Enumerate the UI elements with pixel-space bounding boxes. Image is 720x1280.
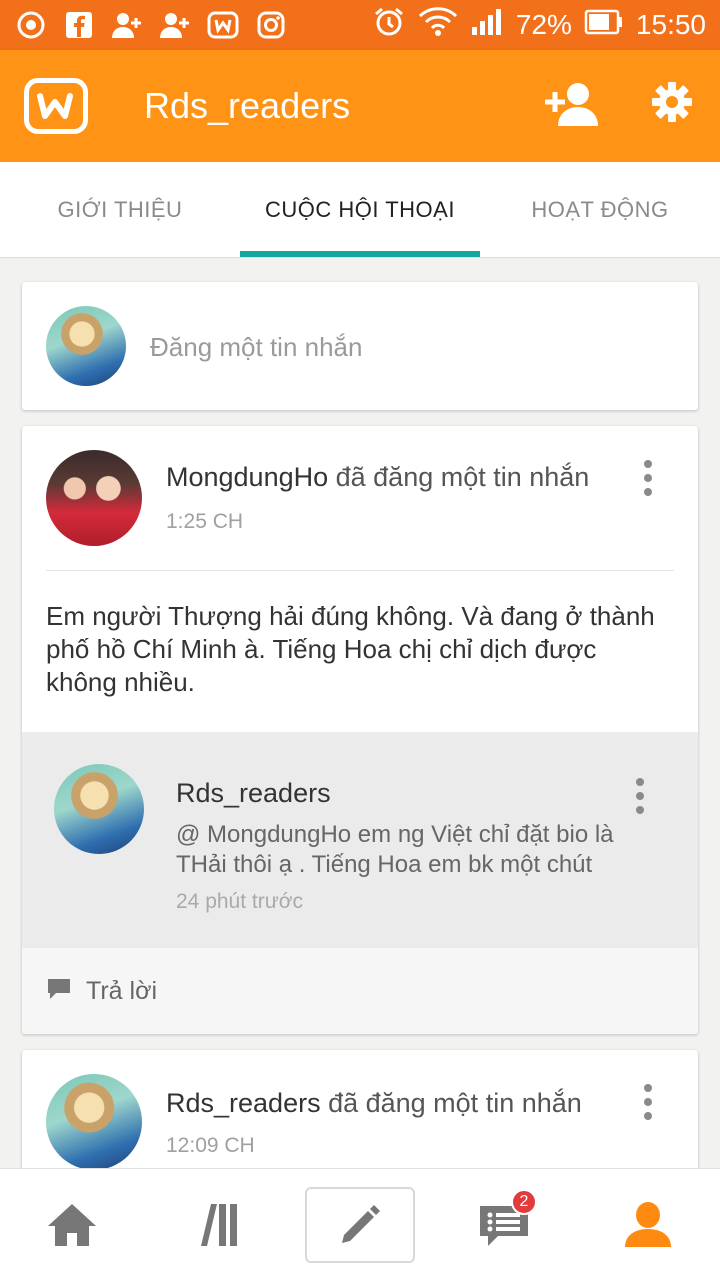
post-author[interactable]: Rds_readers — [166, 1088, 321, 1118]
divider — [46, 570, 674, 571]
avatar[interactable] — [46, 1074, 142, 1170]
avatar[interactable] — [54, 764, 144, 854]
home-icon — [48, 1203, 96, 1246]
nav-messages[interactable]: 2 — [449, 1187, 559, 1263]
post-action: đã đăng một tin nhắn — [320, 1088, 582, 1118]
follow-user-button[interactable] — [544, 80, 602, 133]
pencil-icon — [342, 1204, 380, 1243]
app-bar: Rds_readers — [0, 50, 720, 162]
status-bar: 72% 15:50 — [0, 0, 720, 50]
nav-home[interactable] — [17, 1187, 127, 1263]
add-friend-notification-icon — [110, 8, 144, 42]
page-title: Rds_readers — [144, 85, 351, 126]
wattpad-notification-icon — [206, 8, 240, 42]
post-action: đã đăng một tin nhắn — [328, 462, 590, 492]
wifi-icon — [418, 6, 458, 45]
reply-author[interactable]: Rds_readers — [176, 778, 331, 809]
battery-percent: 72% — [515, 9, 572, 40]
settings-gear-icon[interactable] — [650, 80, 694, 129]
post-author[interactable]: MongdungHo — [166, 462, 328, 492]
more-options-icon[interactable] — [630, 778, 650, 814]
reply-text: @ MongdungHo em ng Việt chỉ đặt bio là T… — [176, 821, 614, 878]
profile-tabs: GIỚI THIỆU CUỘC HỘI THOẠI HOẠT ĐỘNG — [0, 162, 720, 258]
nav-write[interactable] — [305, 1186, 415, 1263]
reply-label: Trả lời — [86, 976, 158, 1005]
wattpad-logo-icon[interactable] — [24, 78, 88, 134]
avatar — [46, 306, 126, 386]
profile-icon — [625, 1201, 671, 1247]
compose-input[interactable]: Đăng một tin nhắn — [150, 332, 362, 363]
post-header: MongdungHo đã đăng một tin nhắn — [166, 462, 589, 493]
reply-time: 24 phút trước — [176, 890, 304, 913]
avatar[interactable] — [46, 450, 142, 546]
facebook-notification-icon — [62, 8, 96, 42]
battery-icon — [584, 9, 624, 42]
reply-item: Rds_readers @ MongdungHo em ng Việt chỉ … — [22, 732, 698, 948]
bottom-navigation: 2 — [0, 1168, 720, 1280]
tab-about[interactable]: GIỚI THIỆU — [0, 162, 240, 257]
compose-card[interactable]: Đăng một tin nhắn — [22, 282, 698, 410]
reply-button[interactable]: Trả lời — [22, 948, 698, 1034]
library-icon — [201, 1203, 237, 1246]
nav-profile[interactable] — [593, 1187, 703, 1263]
more-options-icon[interactable] — [638, 460, 658, 496]
signal-icon — [470, 7, 504, 44]
messages-badge: 2 — [511, 1188, 537, 1215]
chrome-notification-icon — [14, 8, 48, 42]
comment-icon — [46, 977, 72, 1006]
tab-conversations[interactable]: CUỘC HỘI THOẠI — [240, 162, 480, 257]
clock: 15:50 — [635, 9, 706, 40]
tab-activity[interactable]: HOẠT ĐỘNG — [480, 162, 720, 257]
post-time: 12:09 CH — [166, 1134, 255, 1157]
post-body: Em người Thượng hải đúng không. Và đang … — [46, 601, 655, 697]
more-options-icon[interactable] — [638, 1084, 658, 1120]
alarm-icon — [372, 5, 406, 46]
post-header: Rds_readers đã đăng một tin nhắn — [166, 1088, 582, 1119]
post-time: 1:25 CH — [166, 510, 244, 533]
add-friend-notification-icon-2 — [158, 8, 192, 42]
instagram-notification-icon — [254, 8, 288, 42]
nav-library[interactable] — [161, 1187, 271, 1263]
post-card: MongdungHo đã đăng một tin nhắn 1:25 CH … — [22, 426, 698, 1034]
